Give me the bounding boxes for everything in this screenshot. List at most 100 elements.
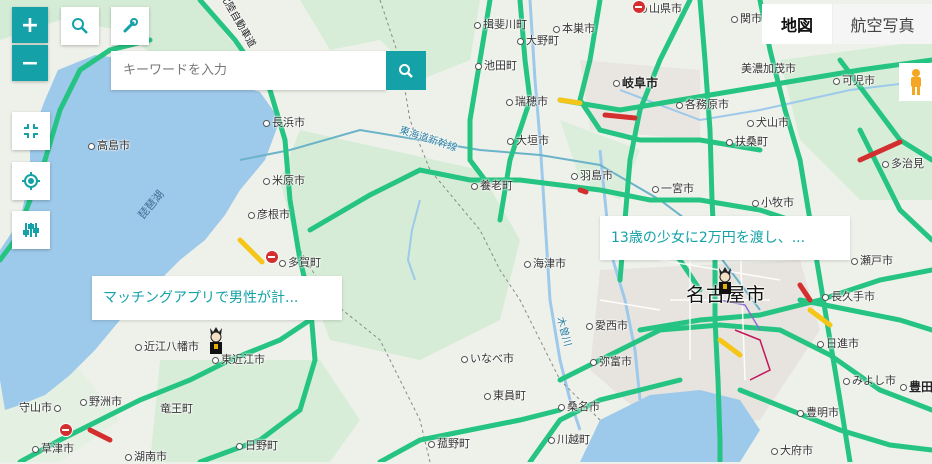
place-dot bbox=[797, 409, 804, 417]
no-entry-icon[interactable] bbox=[265, 250, 279, 264]
magnifier-icon bbox=[72, 18, 88, 34]
place-name: 瀬戸市 bbox=[860, 254, 893, 267]
label-miyoshi: みよし市 bbox=[843, 374, 896, 388]
place-name: 湖南市 bbox=[134, 450, 167, 463]
label-obu: 大府市 bbox=[771, 444, 813, 458]
no-entry-icon[interactable] bbox=[632, 0, 646, 14]
label-yoro: 養老町 bbox=[471, 179, 513, 193]
label-inuyama: 犬山市 bbox=[747, 116, 789, 130]
incident-marker-icon[interactable] bbox=[206, 326, 226, 358]
label-hino: 日野町 bbox=[236, 439, 278, 453]
label-takashima: 高島市 bbox=[88, 139, 130, 153]
place-name: 大垣市 bbox=[516, 134, 549, 147]
label-ikeda: 池田町 bbox=[475, 59, 517, 73]
search-zoom-button[interactable] bbox=[61, 7, 99, 45]
place-dot bbox=[279, 259, 286, 267]
place-dot bbox=[586, 322, 593, 330]
place-dot bbox=[236, 442, 243, 450]
place-name: 東員町 bbox=[493, 389, 526, 402]
label-omihachiman: 近江八幡市 bbox=[135, 340, 199, 354]
place-name: 長浜市 bbox=[272, 116, 305, 129]
place-dot bbox=[263, 177, 270, 185]
label-aisai: 愛西市 bbox=[586, 319, 628, 333]
street-view-button[interactable] bbox=[899, 63, 932, 101]
label-seki: 関市 bbox=[731, 12, 762, 26]
place-dot bbox=[900, 384, 907, 391]
place-dot bbox=[771, 447, 778, 455]
label-hashima: 羽島市 bbox=[571, 169, 613, 183]
zoom-out-button[interactable]: − bbox=[12, 45, 48, 81]
label-komono: 菰野町 bbox=[428, 437, 470, 451]
map-type-map-button[interactable]: 地図 bbox=[762, 4, 832, 44]
label-motosu: 本巣市 bbox=[553, 22, 595, 36]
label-gifu: 岐阜市 bbox=[613, 76, 658, 90]
place-name: 竜王町 bbox=[160, 402, 193, 415]
incident-marker-icon[interactable] bbox=[715, 266, 735, 298]
label-nagakute: 長久手市 bbox=[822, 290, 875, 304]
search-button[interactable] bbox=[386, 51, 426, 90]
label-ibigawa: 揖斐川町 bbox=[474, 18, 527, 32]
label-komaki: 小牧市 bbox=[752, 196, 794, 210]
label-kawagoe: 川越町 bbox=[548, 433, 590, 447]
place-dot bbox=[484, 392, 491, 400]
no-entry-icon[interactable] bbox=[59, 423, 73, 437]
place-name: 菰野町 bbox=[437, 437, 470, 450]
place-dot bbox=[676, 101, 683, 109]
label-toyoake: 豊明市 bbox=[797, 406, 839, 420]
label-kakamigahara: 各務原市 bbox=[676, 98, 729, 112]
place-name: 豊田 bbox=[909, 380, 932, 394]
label-fuso: 扶桑町 bbox=[726, 135, 768, 149]
place-dot bbox=[475, 62, 482, 70]
place-dot bbox=[474, 21, 481, 29]
filter-settings-button[interactable] bbox=[12, 211, 50, 249]
incident-popup[interactable]: マッチングアプリで男性が計... bbox=[92, 276, 342, 320]
place-name: 彦根市 bbox=[257, 208, 290, 221]
place-name: 池田町 bbox=[484, 59, 517, 72]
place-name: 長久手市 bbox=[831, 290, 875, 303]
pegman-icon bbox=[910, 69, 921, 95]
place-dot bbox=[731, 15, 738, 23]
place-dot bbox=[428, 440, 435, 448]
place-name: 弥富市 bbox=[599, 355, 632, 368]
place-dot bbox=[882, 160, 889, 168]
tool-icon bbox=[123, 18, 138, 33]
label-tajimi: 多治見 bbox=[882, 157, 924, 171]
place-dot bbox=[88, 142, 95, 150]
fullscreen-button[interactable] bbox=[12, 112, 50, 150]
place-name: 大府市 bbox=[780, 444, 813, 457]
place-name: 美濃加茂市 bbox=[741, 62, 796, 75]
sliders-icon bbox=[23, 223, 39, 237]
incident-popup[interactable]: 13歳の少女に2万円を渡し、... bbox=[600, 216, 850, 260]
place-name: 多治見 bbox=[891, 157, 924, 170]
place-name: 岐阜市 bbox=[622, 76, 659, 90]
place-name: 守山市 bbox=[19, 401, 52, 414]
place-name: 日野町 bbox=[245, 439, 278, 452]
place-name: 各務原市 bbox=[685, 98, 729, 111]
label-mizuho: 瑞穂市 bbox=[506, 95, 548, 109]
place-name: 海津市 bbox=[533, 257, 566, 270]
locate-button[interactable] bbox=[12, 162, 50, 200]
place-name: 草津市 bbox=[41, 442, 74, 455]
place-name: 愛西市 bbox=[595, 319, 628, 332]
place-dot bbox=[80, 398, 87, 406]
place-name: 養老町 bbox=[480, 179, 513, 192]
label-hikone: 彦根市 bbox=[248, 208, 290, 222]
label-maibara: 米原市 bbox=[263, 174, 305, 188]
place-dot bbox=[135, 343, 142, 351]
map-type-aerial-button[interactable]: 航空写真 bbox=[833, 4, 932, 44]
place-dot bbox=[652, 185, 659, 193]
label-minokamo: 美濃加茂市 bbox=[741, 62, 796, 76]
place-name: 山県市 bbox=[649, 2, 682, 15]
place-name: 多賀町 bbox=[288, 256, 321, 269]
search-input[interactable] bbox=[111, 51, 386, 90]
place-dot bbox=[461, 355, 468, 363]
place-dot bbox=[571, 172, 578, 180]
tools-button[interactable] bbox=[111, 7, 149, 45]
place-name: 本巣市 bbox=[562, 22, 595, 35]
place-name: 扶桑町 bbox=[735, 135, 768, 148]
zoom-in-button[interactable]: + bbox=[12, 7, 48, 43]
label-nagahama: 長浜市 bbox=[263, 116, 305, 130]
place-dot bbox=[590, 358, 597, 366]
place-dot bbox=[752, 199, 759, 207]
place-name: 小牧市 bbox=[761, 196, 794, 209]
